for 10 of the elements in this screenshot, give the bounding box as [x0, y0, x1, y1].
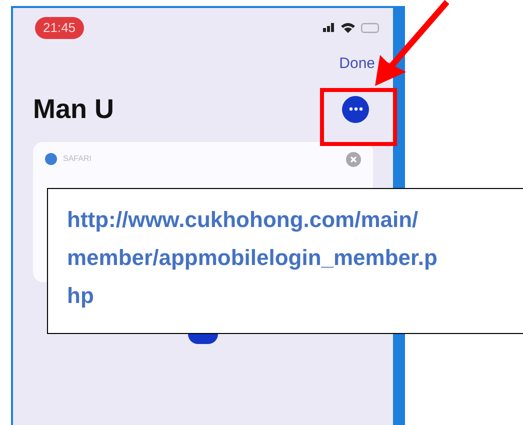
status-time: 21:45 [35, 17, 84, 38]
battery-icon [361, 22, 379, 33]
page-title: Man U [33, 93, 114, 126]
more-button[interactable] [342, 96, 369, 123]
ellipsis-icon [348, 107, 362, 112]
app-label: SAFARI [63, 153, 92, 165]
done-button[interactable]: Done [339, 52, 375, 75]
url-text: http://www.cukhohong.com/main/ member/appmobilelogin_member.p hp [67, 206, 438, 310]
signal-icon [323, 23, 335, 32]
wifi-icon [341, 22, 355, 34]
